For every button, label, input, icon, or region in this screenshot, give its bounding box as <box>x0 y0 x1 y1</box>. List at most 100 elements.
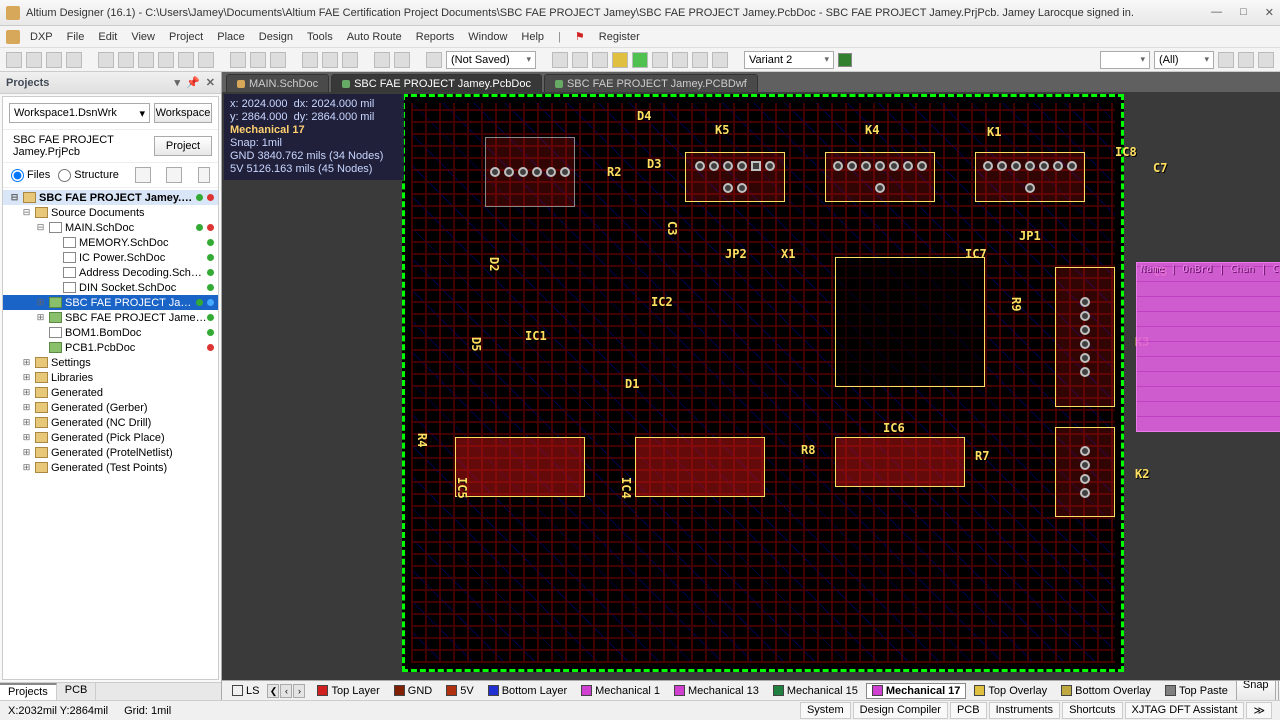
status-instruments[interactable]: Instruments <box>989 702 1060 719</box>
layer-toppaste[interactable]: Top Paste <box>1159 683 1234 699</box>
tb-21[interactable] <box>572 52 588 68</box>
project-tree[interactable]: ⊟SBC FAE PROJECT Jamey.PrjPcb ⊟Source Do… <box>3 188 218 679</box>
menu-edit[interactable]: Edit <box>92 29 123 45</box>
menu-window[interactable]: Window <box>462 29 513 45</box>
workspace-button[interactable]: Workspace <box>154 103 212 123</box>
tb-26[interactable] <box>672 52 688 68</box>
filter-combo[interactable]: (All)▾ <box>1154 51 1214 69</box>
tree-opt3[interactable] <box>198 167 210 183</box>
window-title: Altium Designer (16.1) - C:\Users\Jamey\… <box>26 7 1211 19</box>
tb-5[interactable] <box>98 52 114 68</box>
status-shortcuts[interactable]: Shortcuts <box>1062 702 1122 719</box>
print-button[interactable] <box>66 52 82 68</box>
tb-10[interactable] <box>198 52 214 68</box>
menu-tools[interactable]: Tools <box>301 29 339 45</box>
tab-pcb[interactable]: PCB <box>57 683 97 700</box>
files-radio[interactable]: Files <box>11 169 50 182</box>
layer-bottom[interactable]: Bottom Layer <box>482 683 573 699</box>
layer-m17[interactable]: Mechanical 17 <box>866 683 967 699</box>
tb-24[interactable] <box>632 52 648 68</box>
tab-projects[interactable]: Projects <box>0 683 57 700</box>
doc-tab-dwf[interactable]: SBC FAE PROJECT Jamey.PCBDwf <box>544 74 758 92</box>
pcb-canvas[interactable]: x: 2024.000 dx: 2024.000 mil y: 2864.000… <box>222 92 1280 680</box>
menu-place[interactable]: Place <box>211 29 251 45</box>
new-button[interactable] <box>6 52 22 68</box>
layer-tabs: LS ❮‹› Top Layer GND 5V Bottom Layer Mec… <box>222 680 1280 700</box>
tb-25[interactable] <box>652 52 668 68</box>
menubar: DXP File Edit View Project Place Design … <box>0 26 1280 48</box>
status-arrows[interactable]: ≫ <box>1246 702 1272 719</box>
layer-ls[interactable]: LS <box>226 683 265 699</box>
profile-combo[interactable]: (Not Saved)▾ <box>446 51 536 69</box>
menu-reports[interactable]: Reports <box>410 29 461 45</box>
menu-autoroute[interactable]: Auto Route <box>341 29 408 45</box>
tb-30[interactable] <box>1238 52 1254 68</box>
tb-31[interactable] <box>1258 52 1274 68</box>
layer-5v[interactable]: 5V <box>440 683 479 699</box>
tree-opt1[interactable] <box>135 167 151 183</box>
snap-button[interactable]: Snap <box>1236 680 1276 700</box>
tb-14[interactable] <box>302 52 318 68</box>
layer-nav-first[interactable]: ❮ <box>267 684 279 698</box>
workspace-combo[interactable]: Workspace1.DsnWrk▾ <box>9 103 150 123</box>
structure-radio[interactable]: Structure <box>58 169 119 182</box>
menu-design[interactable]: Design <box>253 29 299 45</box>
layer-topov[interactable]: Top Overlay <box>968 683 1053 699</box>
status-compiler[interactable]: Design Compiler <box>853 702 948 719</box>
tb-28[interactable] <box>712 52 728 68</box>
tb-19[interactable] <box>426 52 442 68</box>
doc-tab-main[interactable]: MAIN.SchDoc <box>226 74 329 92</box>
tb-7[interactable] <box>138 52 154 68</box>
layer-gnd[interactable]: GND <box>388 683 438 699</box>
variant-swatch[interactable] <box>838 53 852 67</box>
undo-button[interactable] <box>374 52 390 68</box>
layer-m1[interactable]: Mechanical 1 <box>575 683 666 699</box>
variant-combo[interactable]: Variant 2▾ <box>744 51 834 69</box>
tb-20[interactable] <box>552 52 568 68</box>
tb-8[interactable] <box>158 52 174 68</box>
tb-23[interactable] <box>612 52 628 68</box>
layer-nav-prev[interactable]: ‹ <box>280 684 292 698</box>
panel-dropdown-icon[interactable]: ▾ <box>175 76 181 89</box>
menu-help[interactable]: Help <box>515 29 550 45</box>
panel-pin-icon[interactable]: 📌 <box>186 76 200 89</box>
tb-15[interactable] <box>322 52 338 68</box>
hud: x: 2024.000 dx: 2024.000 mil y: 2864.000… <box>224 94 404 180</box>
paste-button[interactable] <box>270 52 286 68</box>
project-button[interactable]: Project <box>154 136 212 156</box>
doc-tab-pcb[interactable]: SBC FAE PROJECT Jamey.PcbDoc <box>331 74 542 92</box>
status-system[interactable]: System <box>800 702 851 719</box>
tb-9[interactable] <box>178 52 194 68</box>
layer-m15[interactable]: Mechanical 15 <box>767 683 864 699</box>
cut-button[interactable] <box>230 52 246 68</box>
menu-register[interactable]: Register <box>593 29 646 45</box>
dxp-icon[interactable] <box>6 30 20 44</box>
copy-button[interactable] <box>250 52 266 68</box>
maximize-icon[interactable]: □ <box>1240 6 1247 19</box>
netclass-table: Name | OnBrd | Chan | Class | Type <box>1136 262 1280 432</box>
open-button[interactable] <box>26 52 42 68</box>
status-pcb[interactable]: PCB <box>950 702 987 719</box>
tree-opt2[interactable] <box>166 167 182 183</box>
menu-view[interactable]: View <box>125 29 161 45</box>
layer-botov[interactable]: Bottom Overlay <box>1055 683 1157 699</box>
save-button[interactable] <box>46 52 62 68</box>
status-xjtag[interactable]: XJTAG DFT Assistant <box>1125 702 1245 719</box>
menu-project[interactable]: Project <box>163 29 209 45</box>
tb-16[interactable] <box>342 52 358 68</box>
tb-6[interactable] <box>118 52 134 68</box>
redo-button[interactable] <box>394 52 410 68</box>
menu-dxp[interactable]: DXP <box>24 29 59 45</box>
close-icon[interactable]: ✕ <box>1265 6 1274 19</box>
menu-file[interactable]: File <box>61 29 91 45</box>
zoom-combo[interactable]: ▾ <box>1100 51 1150 69</box>
layer-nav-next[interactable]: › <box>293 684 305 698</box>
tb-27[interactable] <box>692 52 708 68</box>
tb-29[interactable] <box>1218 52 1234 68</box>
panel-close-icon[interactable]: ✕ <box>206 76 215 89</box>
layer-top[interactable]: Top Layer <box>311 683 385 699</box>
tb-22[interactable] <box>592 52 608 68</box>
minimize-icon[interactable]: — <box>1211 6 1222 19</box>
layer-m13[interactable]: Mechanical 13 <box>668 683 765 699</box>
app-icon <box>6 6 20 20</box>
